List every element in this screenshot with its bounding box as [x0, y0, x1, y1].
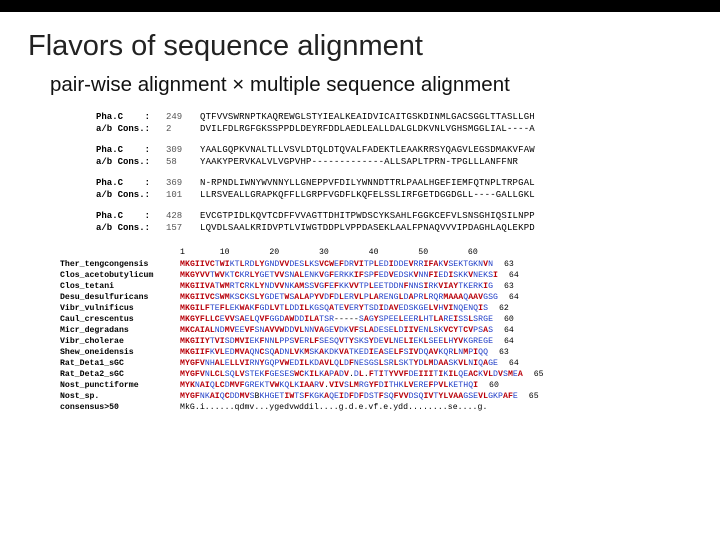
msa-row: Nost_punctiformeMYKNAIQLCDMVFGREKTVWKQLK…: [60, 380, 720, 391]
msa-row: Rat_Deta1_sGCMYGFVNHALELLVIRNYGQPVWEDILK…: [60, 358, 720, 369]
msa-sequence: MKGIIVCTWIKTLRDLYGNDVVDESLKSVCWEFDRVITPL…: [180, 259, 493, 270]
pairwise-position: 369: [166, 177, 200, 189]
msa-row: Nost_sp.MYGFNKAIQCDDMVSBKHGETIWTSFKGKAQE…: [60, 391, 720, 402]
msa-label: Clos_tetani: [60, 281, 180, 292]
msa-row: Shew_oneidensisMKGIIFKVLEDMVAQNCSQADNLVK…: [60, 347, 720, 358]
pairwise-position: 58: [166, 156, 200, 168]
pairwise-sequence: LQVDLSAALKRIDVPTLVIWGTDDPLVPPDASEKLAALFP…: [200, 222, 535, 234]
msa-label: Desu_desulfuricans: [60, 292, 180, 303]
msa-end-position: 60: [478, 380, 499, 391]
pairwise-label: a/b Cons.:: [96, 156, 166, 168]
pairwise-sequence: QTFVVSWRNPTKAQREWGLSTYIEALKEAIDVICAITGSK…: [200, 111, 535, 123]
msa-sequence: MKGIIFKVLEDMVAQNCSQADNLVKMSKAKDKVATKEDIE…: [180, 347, 488, 358]
msa-end-position: 64: [498, 358, 519, 369]
msa-label: Nost_punctiforme: [60, 380, 180, 391]
pairwise-sequence: LLRSVEALLGRAPKQFFLLGRPFVGDFLKQFELSSLIRFG…: [200, 189, 535, 201]
pairwise-sequence: YAAKYPERVKALVLVGPVHP-------------ALLSAPL…: [200, 156, 518, 168]
msa-end-position: 64: [498, 292, 519, 303]
msa-row: Rat_Deta2_sGCMYGFVNLCLSQLVSTEKFGESESWCKI…: [60, 369, 720, 380]
pairwise-row: a/b Cons.:101LLRSVEALLGRAPKQFFLLGRPFVGDF…: [96, 189, 720, 201]
msa-sequence: MYKNAIQLCDMVFGREKTVWKQLKIAARV.VIVSLMRGYF…: [180, 380, 478, 391]
top-bar: [0, 0, 720, 12]
pairwise-row: a/b Cons.:2DVILFDLRGFGKSSPPDLDEYRFDDLAED…: [96, 123, 720, 135]
msa-label: Micr_degradans: [60, 325, 180, 336]
msa-row: Ther_tengcongensisMKGIIVCTWIKTLRDLYGNDVV…: [60, 259, 720, 270]
msa-end-position: 64: [493, 336, 514, 347]
msa-label: Rat_Deta1_sGC: [60, 358, 180, 369]
pairwise-row: Pha.C :369N-RPNDLIWNYWVNNYLLGNEPPVFDILYW…: [96, 177, 720, 189]
pairwise-sequence: N-RPNDLIWNYWVNNYLLGNEPPVFDILYWNNDTTRLPAA…: [200, 177, 535, 189]
msa-sequence: MKGIIVATWMRTCRKLYNDVVNKAMSSVGFEFKKVVTPLE…: [180, 281, 493, 292]
msa-sequence: MYGFVNLCLSQLVSTEKFGESESWCKILKAPADV.DL.FT…: [180, 369, 523, 380]
msa-ruler: 1 10 20 30 40 50 60: [60, 248, 720, 257]
msa-label: Shew_oneidensis: [60, 347, 180, 358]
pairwise-row: Pha.C :309YAALGQPKVNALTLLVSVLDTQLDTQVALF…: [96, 144, 720, 156]
msa-end-position: 62: [488, 303, 509, 314]
msa-label: Ther_tengcongensis: [60, 259, 180, 270]
msa-sequence: MYGFNKAIQCDDMVSBKHGETIWTSFKGKAQEIDFDFDST…: [180, 391, 518, 402]
slide-title: Flavors of sequence alignment: [0, 12, 720, 71]
msa-sequence: MKGIIVCSWMKSCKSLYGDETWSALAPYVDFDLERVLPLA…: [180, 292, 498, 303]
msa-end-position: 63: [488, 347, 509, 358]
msa-label: Nost_sp.: [60, 391, 180, 402]
msa-row: Clos_tetaniMKGIIVATWMRTCRKLYNDVVNKAMSSVG…: [60, 281, 720, 292]
pairwise-alignment-block: Pha.C :249QTFVVSWRNPTKAQREWGLSTYIEALKEAI…: [0, 109, 720, 234]
msa-end-position: 65: [518, 391, 539, 402]
pairwise-label: Pha.C :: [96, 144, 166, 156]
msa-sequence: MYGFVNHALELLVIRNYGQPVWEDILKDAVLQLDFNESGS…: [180, 358, 498, 369]
pairwise-position: 428: [166, 210, 200, 222]
msa-row: consensus>50MkG.i......qdmv...ygedvwddil…: [60, 402, 720, 413]
msa-sequence: MKGILFTEFLEKWAKFGDLVTLDDILKGSQATEVERYTSD…: [180, 303, 488, 314]
pairwise-position: 101: [166, 189, 200, 201]
slide-subtitle: pair-wise alignment × multiple sequence …: [0, 71, 720, 109]
msa-row: Vibr_choleraeMKGIIYTVISDMVIEKFNNLPPSVERL…: [60, 336, 720, 347]
msa-end-position: 65: [523, 369, 544, 380]
msa-sequence: MKGYVVTWVKTCKRLYGETVVSNALENKVGFERKKIFSPF…: [180, 270, 498, 281]
msa-row: Vibr_vulnificusMKGILFTEFLEKWAKFGDLVTLDDI…: [60, 303, 720, 314]
pairwise-sequence: EVCGTPIDLKQVTCDFFVVAGTTDHITPWDSCYKSAHLFG…: [200, 210, 535, 222]
msa-label: Rat_Deta2_sGC: [60, 369, 180, 380]
pairwise-position: 249: [166, 111, 200, 123]
pairwise-label: Pha.C :: [96, 177, 166, 189]
pairwise-position: 309: [166, 144, 200, 156]
msa-label: consensus>50: [60, 402, 180, 413]
pairwise-row: a/b Cons.:58YAAKYPERVKALVLVGPVHP--------…: [96, 156, 720, 168]
msa-label: Vibr_vulnificus: [60, 303, 180, 314]
msa-end-position: 64: [493, 325, 514, 336]
msa-sequence: MKCAIALNDMVEEVFSNAVVWDDVLNNVAGEVDKVFSLAD…: [180, 325, 493, 336]
msa-end-position: [487, 402, 498, 413]
msa-end-position: 63: [493, 281, 514, 292]
pairwise-label: Pha.C :: [96, 111, 166, 123]
pairwise-label: a/b Cons.:: [96, 189, 166, 201]
msa-label: Vibr_cholerae: [60, 336, 180, 347]
msa-row: Clos_acetobutylicumMKGYVVTWVKTCKRLYGETVV…: [60, 270, 720, 281]
pairwise-sequence: DVILFDLRGFGKSSPPDLDEYRFDDLAEDLEALLDALGLD…: [200, 123, 535, 135]
pairwise-position: 157: [166, 222, 200, 234]
pairwise-label: Pha.C :: [96, 210, 166, 222]
pairwise-row: Pha.C :249QTFVVSWRNPTKAQREWGLSTYIEALKEAI…: [96, 111, 720, 123]
pairwise-position: 2: [166, 123, 200, 135]
msa-row: Desu_desulfuricansMKGIIVCSWMKSCKSLYGDETW…: [60, 292, 720, 303]
msa-end-position: 63: [493, 259, 514, 270]
msa-sequence: MKGIIYTVISDMVIEKFNNLPPSVERLFSESQVTYSKSYD…: [180, 336, 493, 347]
pairwise-row: a/b Cons.:157LQVDLSAALKRIDVPTLVIWGTDDPLV…: [96, 222, 720, 234]
pairwise-label: a/b Cons.:: [96, 123, 166, 135]
msa-label: Clos_acetobutylicum: [60, 270, 180, 281]
msa-row: Caul_crescentusMKGYFLLCEVVSAELQVFGGDAWDD…: [60, 314, 720, 325]
msa-row: Micr_degradansMKCAIALNDMVEEVFSNAVVWDDVLN…: [60, 325, 720, 336]
msa-end-position: 64: [498, 270, 519, 281]
pairwise-label: a/b Cons.:: [96, 222, 166, 234]
msa-end-position: 60: [493, 314, 514, 325]
msa-sequence: MkG.i......qdmv...ygedvwddil....g.d.e.vf…: [180, 402, 487, 413]
pairwise-sequence: YAALGQPKVNALTLLVSVLDTQLDTQVALFADEKTLEAAK…: [200, 144, 535, 156]
msa-label: Caul_crescentus: [60, 314, 180, 325]
multiple-sequence-alignment-block: 1 10 20 30 40 50 60 Ther_tengcongensisMK…: [0, 234, 720, 413]
pairwise-row: Pha.C :428EVCGTPIDLKQVTCDFFVVAGTTDHITPWD…: [96, 210, 720, 222]
msa-sequence: MKGYFLLCEVVSAELQVFGGDAWDDILATSR-----SAGY…: [180, 314, 493, 325]
